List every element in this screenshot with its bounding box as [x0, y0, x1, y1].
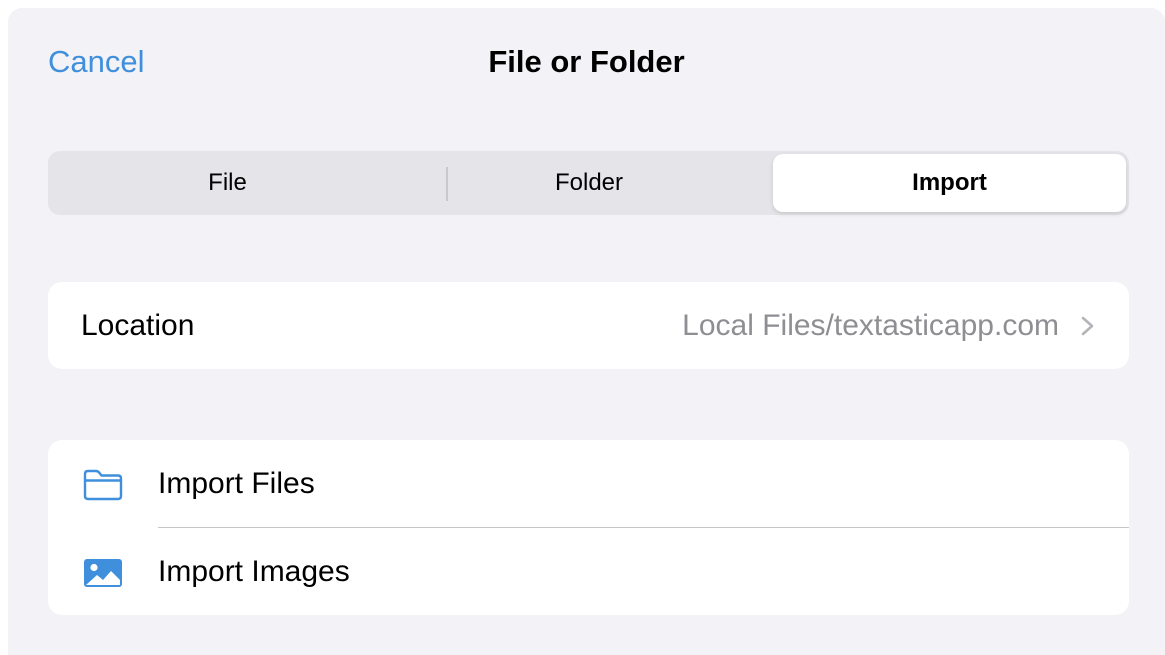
import-files-row[interactable]: Import Files	[48, 440, 1129, 528]
location-label: Location	[81, 309, 195, 342]
navigation-bar: Cancel File or Folder	[8, 8, 1165, 118]
segment-file[interactable]: File	[48, 151, 407, 215]
chevron-right-icon	[1081, 316, 1094, 336]
file-or-folder-sheet: Cancel File or Folder File Folder Import…	[8, 8, 1165, 655]
location-row[interactable]: Location Local Files/textasticapp.com	[48, 282, 1129, 369]
photo-icon	[84, 559, 122, 587]
sheet-title: File or Folder	[488, 44, 685, 79]
import-files-label: Import Files	[158, 467, 315, 500]
segment-import[interactable]: Import	[773, 154, 1126, 212]
import-images-row[interactable]: Import Images	[48, 528, 1129, 615]
segmented-control: File Folder Import	[48, 151, 1129, 215]
import-options-list: Import Files Import Images	[48, 440, 1129, 615]
segment-folder[interactable]: Folder	[408, 151, 770, 215]
location-value: Local Files/textasticapp.com	[682, 309, 1059, 342]
import-images-label: Import Images	[158, 555, 350, 588]
folder-icon	[83, 469, 123, 501]
